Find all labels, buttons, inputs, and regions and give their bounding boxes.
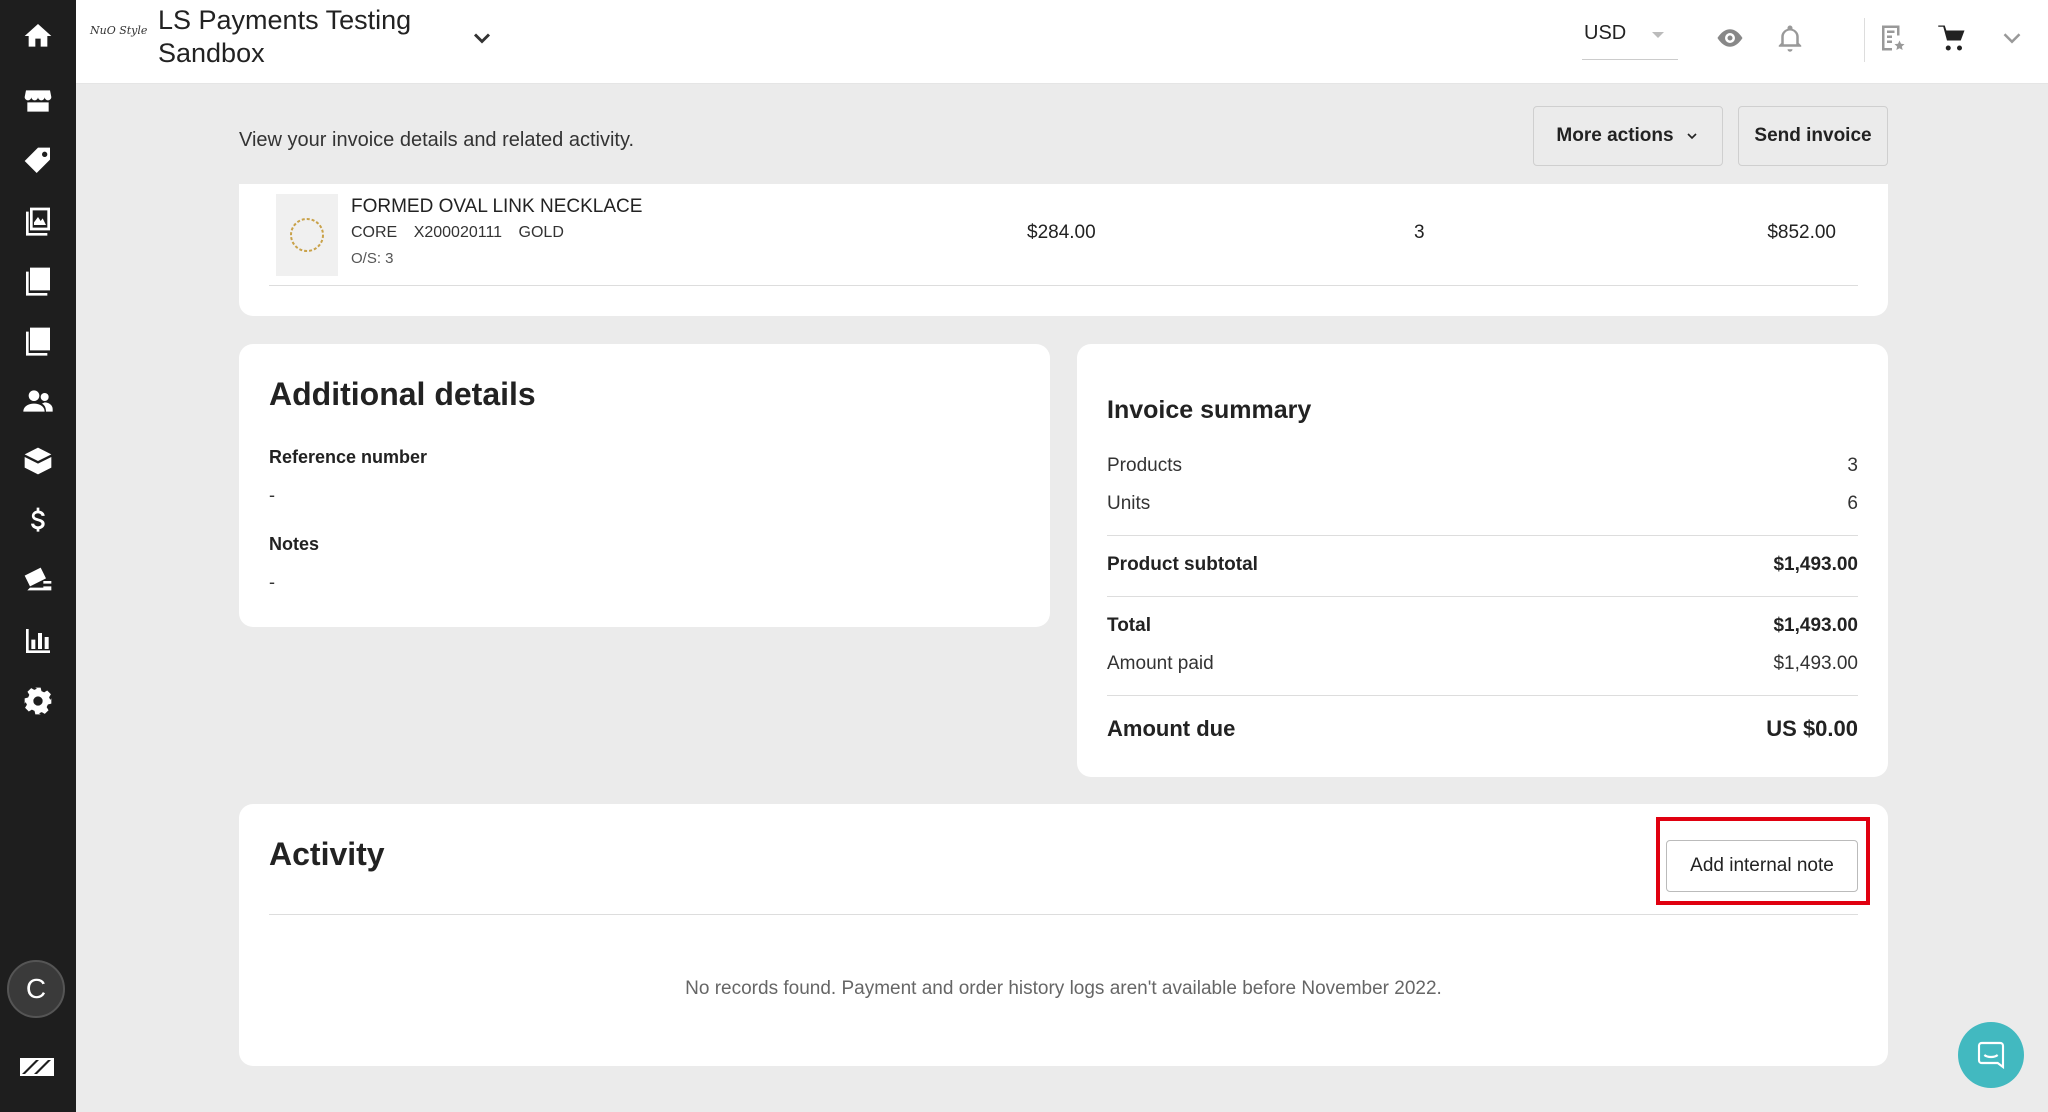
summary-units-label: Units [1107, 493, 1151, 514]
more-actions-label: More actions [1556, 125, 1674, 146]
product-sku: X200020111 [413, 224, 503, 241]
summary-due-row: Amount due US $0.00 [1107, 716, 1858, 742]
summary-due-label: Amount due [1107, 716, 1236, 741]
divider [269, 914, 1858, 915]
summary-units-value: 6 [1847, 493, 1858, 514]
product-thumbnail[interactable] [276, 194, 338, 276]
main-content: FORMED OVAL LINK NECKLACE CORE X20002011… [76, 184, 2048, 1112]
toolbar-divider [1864, 18, 1865, 62]
product-collection: CORE [351, 224, 398, 241]
summary-paid-label: Amount paid [1107, 653, 1214, 674]
summary-units-row: Units 6 [1107, 493, 1858, 515]
reference-number-value: - [269, 485, 275, 505]
chat-icon [1977, 1041, 2005, 1070]
chevron-down-icon[interactable] [468, 24, 496, 52]
summary-products-value: 3 [1847, 455, 1858, 476]
settings-gear-icon[interactable] [20, 683, 56, 719]
catalog-icon[interactable] [20, 203, 56, 239]
summary-due-value: US $0.00 [1766, 716, 1858, 741]
notes-value: - [269, 572, 275, 592]
activity-empty-message: No records found. Payment and order hist… [685, 978, 1442, 999]
activity-card: Activity No records found. Payment and o… [239, 804, 1888, 1066]
currency-select[interactable]: USD [1582, 18, 1678, 60]
cart-icon[interactable] [1934, 20, 1970, 56]
eye-icon[interactable] [1712, 20, 1748, 56]
page-description: View your invoice details and related ac… [239, 129, 635, 151]
invoice-summary-card: Invoice summary Products 3 Units 6 Produ… [1077, 344, 1888, 777]
tasks-icon[interactable] [20, 323, 56, 359]
summary-total-value: $1,493.00 [1773, 615, 1858, 636]
product-name[interactable]: FORMED OVAL LINK NECKLACE [351, 196, 642, 218]
activity-title: Activity [269, 836, 385, 872]
divider [269, 285, 1858, 286]
dollar-icon[interactable] [20, 503, 56, 539]
avatar-initial: C [25, 973, 47, 1004]
summary-subtotal-row: Product subtotal $1,493.00 [1107, 554, 1858, 576]
price-list-icon[interactable] [1874, 20, 1910, 56]
product-color: GOLD [518, 224, 564, 241]
summary-subtotal-value: $1,493.00 [1773, 554, 1858, 575]
divider [1107, 695, 1858, 696]
brand-mark-icon[interactable] [20, 1055, 54, 1079]
currency-value: USD [1584, 22, 1627, 44]
summary-products-row: Products 3 [1107, 455, 1858, 477]
account-chevron-down-icon[interactable] [1994, 20, 2030, 56]
analytics-icon[interactable] [20, 623, 56, 659]
storefront-icon[interactable] [20, 83, 56, 119]
more-actions-button[interactable]: More actions [1533, 106, 1723, 166]
store-name[interactable]: LS Payments Testing Sandbox [158, 4, 458, 70]
summary-products-label: Products [1107, 455, 1182, 476]
product-line-total: $852.00 [1767, 222, 1836, 243]
chat-launcher-button[interactable] [1958, 1022, 2024, 1088]
user-avatar[interactable]: C [7, 960, 65, 1018]
notes-label: Notes [269, 534, 320, 554]
top-bar: NuO Style LS Payments Testing Sandbox US… [76, 0, 2048, 84]
bell-icon[interactable] [1772, 20, 1808, 56]
summary-total-row: Total $1,493.00 [1107, 615, 1858, 637]
orders-icon[interactable] [20, 263, 56, 299]
product-quantity: 3 [1414, 222, 1425, 243]
home-icon[interactable] [20, 18, 56, 54]
divider [1107, 535, 1858, 536]
reference-number-label: Reference number [269, 447, 428, 467]
send-invoice-label: Send invoice [1754, 125, 1872, 146]
send-invoice-button[interactable]: Send invoice [1738, 106, 1888, 166]
product-meta: CORE X200020111 GOLD [351, 224, 576, 242]
sidebar: C [0, 0, 76, 1112]
additional-details-title: Additional details [269, 376, 536, 412]
product-size-qty: O/S: 3 [351, 250, 394, 267]
inventory-box-icon[interactable] [20, 443, 56, 479]
customers-icon[interactable] [20, 383, 56, 419]
divider [1107, 596, 1858, 597]
additional-details-card: Additional details Reference number - No… [239, 344, 1050, 627]
summary-subtotal-label: Product subtotal [1107, 554, 1258, 575]
caret-down-icon [1652, 32, 1664, 38]
add-internal-note-label: Add internal note [1690, 855, 1834, 876]
page-header: View your invoice details and related ac… [76, 84, 2048, 194]
summary-paid-row: Amount paid $1,493.00 [1107, 653, 1858, 675]
marketing-icon[interactable] [20, 563, 56, 599]
summary-paid-value: $1,493.00 [1773, 653, 1858, 674]
chevron-down-icon [1687, 133, 1697, 140]
tag-icon[interactable] [20, 143, 56, 179]
invoice-line-items: FORMED OVAL LINK NECKLACE CORE X20002011… [239, 184, 1888, 316]
add-internal-note-button[interactable]: Add internal note [1666, 840, 1858, 892]
product-price: $284.00 [1027, 222, 1096, 243]
summary-total-label: Total [1107, 615, 1151, 636]
brand-logo[interactable]: NuO Style [90, 24, 147, 37]
invoice-summary-title: Invoice summary [1107, 396, 1312, 424]
